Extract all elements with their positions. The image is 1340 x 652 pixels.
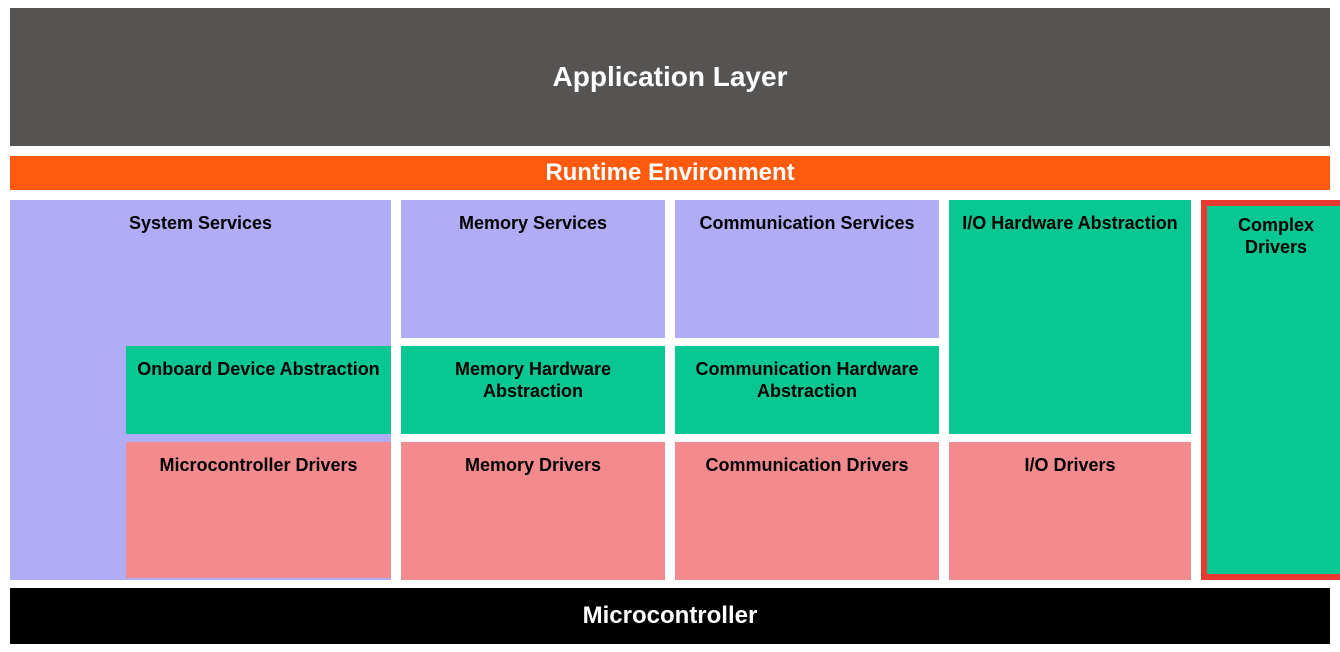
memory-hardware-abstraction-block: Memory Hardware Abstraction [401,346,665,434]
communication-services-block: Communication Services [675,200,939,338]
microcontroller-drivers-label: Microcontroller Drivers [159,454,357,477]
microcontroller-band: Microcontroller [10,588,1330,644]
application-layer-block: Application Layer [10,8,1330,146]
memory-services-block: Memory Services [401,200,665,338]
communication-hardware-abstraction-block: Communication Hardware Abstraction [675,346,939,434]
onboard-device-abstraction-block: Onboard Device Abstraction [126,346,391,434]
onboard-device-abstraction-label: Onboard Device Abstraction [137,358,379,381]
memory-drivers-block: Memory Drivers [401,442,665,580]
runtime-environment-label: Runtime Environment [545,159,794,187]
memory-hardware-abstraction-label: Memory Hardware Abstraction [409,358,657,403]
communication-drivers-label: Communication Drivers [705,454,908,477]
communication-hardware-abstraction-label: Communication Hardware Abstraction [683,358,931,403]
application-layer-label: Application Layer [553,61,788,93]
communication-drivers-block: Communication Drivers [675,442,939,580]
spacer [10,146,1330,156]
io-drivers-label: I/O Drivers [1024,454,1115,477]
io-hardware-abstraction-block: I/O Hardware Abstraction [949,200,1191,434]
io-drivers-block: I/O Drivers [949,442,1191,580]
microcontroller-label: Microcontroller [583,602,758,630]
system-services-label: System Services [129,212,272,235]
memory-services-label: Memory Services [459,212,607,235]
communication-services-label: Communication Services [699,212,914,235]
memory-drivers-label: Memory Drivers [465,454,601,477]
spacer [10,190,1330,200]
complex-drivers-block: Complex Drivers [1201,200,1340,580]
io-hardware-abstraction-label: I/O Hardware Abstraction [962,212,1177,235]
runtime-environment-band: Runtime Environment [10,156,1330,190]
autosar-layered-architecture: Application Layer Runtime Environment Sy… [10,8,1330,644]
basic-software-grid: System Services Memory Services Communic… [10,200,1330,578]
complex-drivers-label: Complex Drivers [1215,214,1337,259]
microcontroller-drivers-block: Microcontroller Drivers [126,442,391,578]
